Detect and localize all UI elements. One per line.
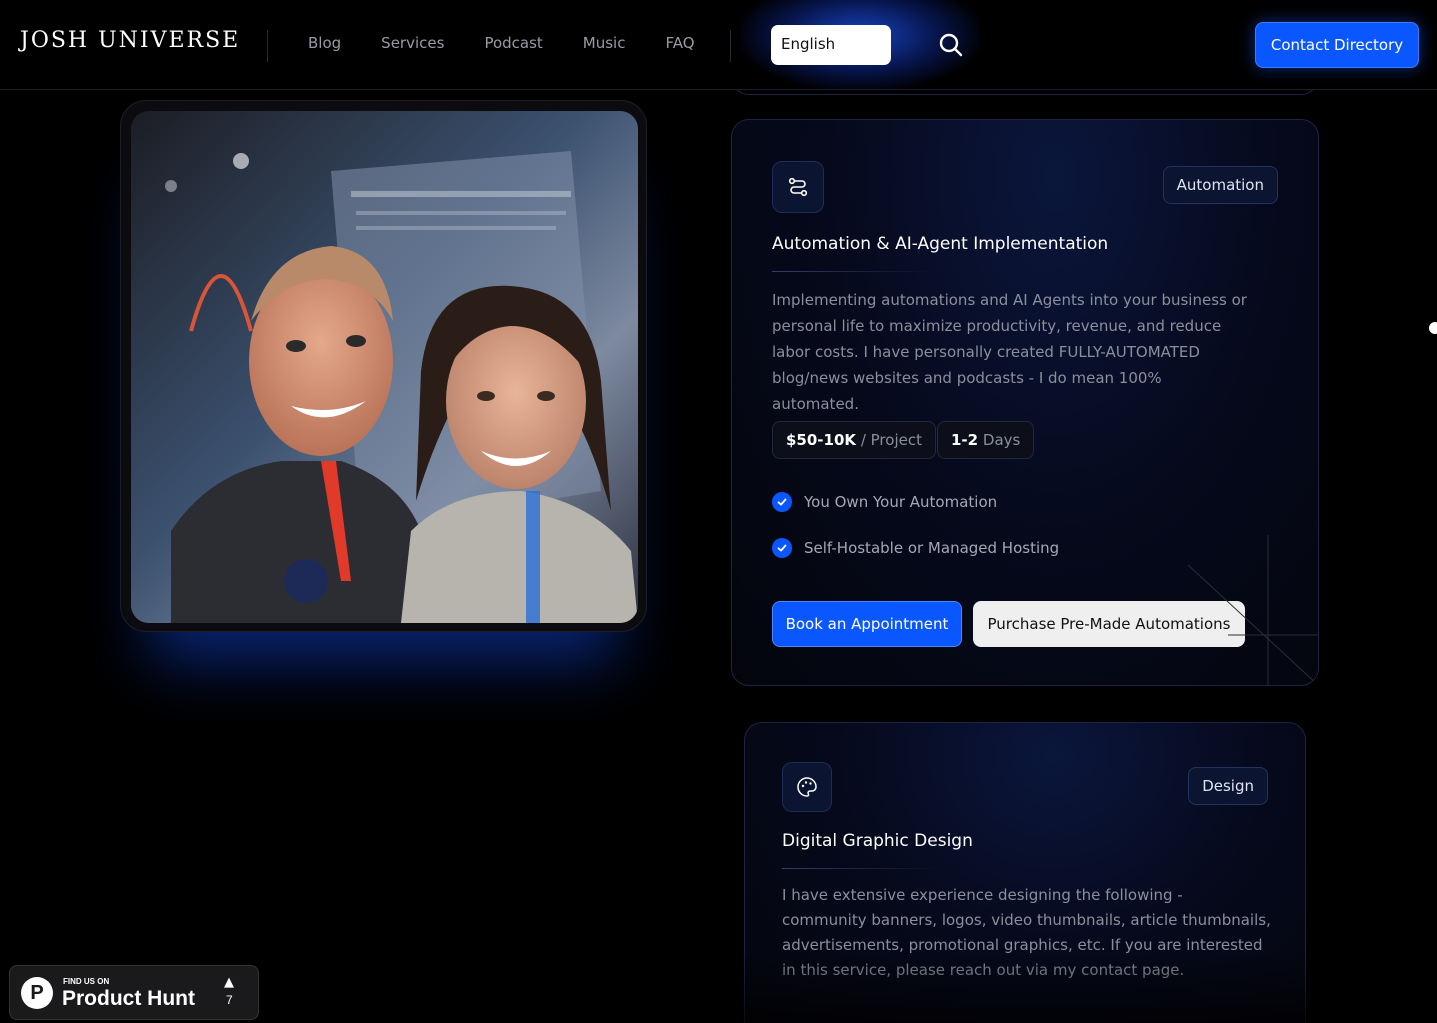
palette-icon	[782, 762, 832, 812]
site-header: JOSH UNIVERSE Blog Services Podcast Musi…	[0, 0, 1437, 90]
nav-blog[interactable]: Blog	[288, 34, 361, 52]
ph-find-us: FIND US ON	[63, 977, 110, 986]
product-hunt-logo-icon: P	[21, 977, 53, 1009]
check-icon	[772, 492, 792, 512]
price-value: $50-10K	[786, 431, 857, 449]
product-hunt-badge[interactable]: P FIND US ON Product Hunt ▲ 7	[9, 965, 259, 1020]
feature-item: Self-Hostable or Managed Hosting	[772, 538, 1059, 558]
duration-unit: Days	[982, 431, 1021, 449]
divider	[730, 30, 731, 62]
bottom-fade	[744, 950, 1306, 1023]
contact-directory-button[interactable]: Contact Directory	[1255, 22, 1419, 68]
nav-podcast[interactable]: Podcast	[464, 34, 562, 52]
service-title: Automation & AI-Agent Implementation	[772, 234, 1109, 254]
main-nav: Blog Services Podcast Music FAQ	[288, 34, 715, 52]
price-unit: / Project	[860, 431, 922, 449]
nav-faq[interactable]: FAQ	[645, 34, 714, 52]
upvote-count: 7	[226, 993, 233, 1007]
feature-label: You Own Your Automation	[804, 493, 998, 511]
photo-card	[120, 100, 647, 632]
scroll-indicator[interactable]	[1429, 322, 1437, 334]
divider	[267, 30, 268, 62]
feature-item: You Own Your Automation	[772, 492, 997, 512]
service-title: Digital Graphic Design	[782, 831, 973, 851]
ph-name: Product Hunt	[62, 987, 195, 1010]
profile-photo	[131, 111, 638, 623]
service-card-automation: Automation Automation & AI-Agent Impleme…	[731, 119, 1319, 686]
title-divider	[772, 271, 932, 272]
price-chip: $50-10K / Project	[772, 421, 936, 459]
search-icon[interactable]	[938, 32, 964, 58]
nav-music[interactable]: Music	[563, 34, 646, 52]
upvote-arrow-icon: ▲	[224, 975, 234, 990]
book-appointment-button[interactable]: Book an Appointment	[772, 601, 962, 647]
nav-services[interactable]: Services	[361, 34, 464, 52]
language-selector[interactable]: English	[771, 25, 891, 65]
category-tag: Automation	[1162, 166, 1278, 204]
title-divider	[782, 868, 942, 869]
service-description: Implementing automations and AI Agents i…	[772, 291, 1247, 413]
duration-chip: 1-2 Days	[937, 421, 1035, 459]
feature-label: Self-Hostable or Managed Hosting	[804, 539, 1060, 557]
check-icon	[772, 538, 792, 558]
category-tag: Design	[1188, 767, 1268, 805]
decorative-lines	[1188, 535, 1318, 685]
route-icon	[772, 161, 824, 213]
site-logo[interactable]: JOSH UNIVERSE	[20, 28, 240, 53]
duration-value: 1-2	[951, 431, 979, 449]
